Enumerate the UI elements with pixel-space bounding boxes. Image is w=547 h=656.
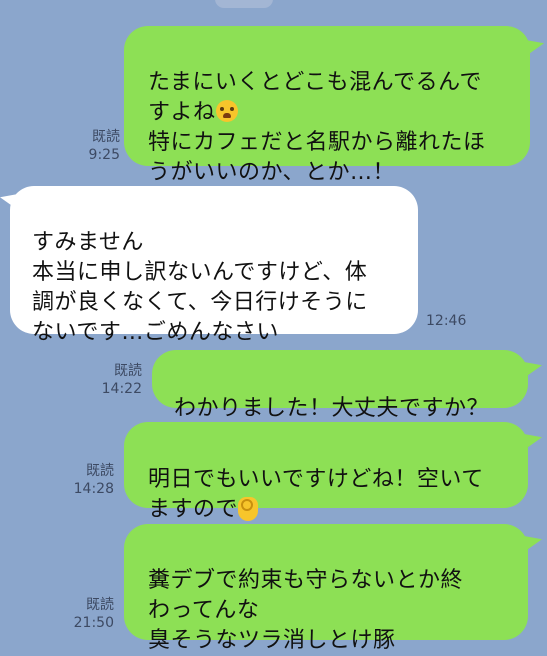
message-text: わかりました！大丈夫ですか？ [174, 396, 490, 421]
bubble-tail [526, 40, 544, 56]
message-text: 糞デブで約束も守らないとか終 わってんな 臭そうなツラ消しとけ豚 [148, 568, 464, 653]
read-receipt: 既読 [86, 597, 114, 613]
bubble-tail [524, 362, 542, 378]
message-bubble-outgoing[interactable]: わかりました！大丈夫ですか？ [152, 350, 528, 421]
timestamp: 9:25 [88, 147, 120, 163]
message-meta: 既読 14:22 [92, 362, 142, 398]
timestamp: 21:50 [73, 615, 114, 631]
message-text: 明日でもいいですけどね！空いて ますので [148, 467, 484, 522]
ok-hand-icon [238, 497, 259, 521]
crying-face-icon [215, 100, 238, 122]
read-receipt: 既読 [86, 463, 114, 479]
read-receipt: 既読 [114, 363, 142, 379]
message-meta: 既読 9:25 [74, 128, 120, 164]
message-text-continued: 特にカフェだと名駅から離れたほ うがいいのか、とか…！ [148, 130, 486, 185]
timestamp: 12:46 [426, 313, 467, 329]
message-bubble-outgoing[interactable]: たまにいくとどこも混んでるんで すよね 特にカフェだと名駅から離れたほ うがいい… [124, 26, 530, 185]
message-meta: 12:46 [426, 312, 476, 330]
message-bubble-incoming[interactable]: すみません 本当に申し訳ないんですけど、体 調が良くなくて、今日行けそうに ない… [10, 186, 418, 345]
message-bubble-outgoing[interactable]: 糞デブで約束も守らないとか終 わってんな 臭そうなツラ消しとけ豚 [124, 524, 528, 653]
message-meta: 既読 14:28 [64, 462, 114, 498]
message-meta: 既読 21:50 [64, 596, 114, 632]
message-text: たまにいくとどこも混んでるんで すよね [148, 70, 482, 125]
message-text: すみません 本当に申し訳ないんですけど、体 調が良くなくて、今日行けそうに ない… [32, 230, 368, 345]
bubble-tail [524, 434, 542, 450]
timestamp: 14:22 [101, 381, 142, 397]
timestamp: 14:28 [73, 481, 114, 497]
read-receipt: 既読 [92, 129, 120, 145]
message-bubble-outgoing[interactable]: 明日でもいいですけどね！空いて ますので [124, 422, 528, 522]
scroll-indicator [215, 0, 273, 8]
bubble-tail [524, 536, 542, 552]
